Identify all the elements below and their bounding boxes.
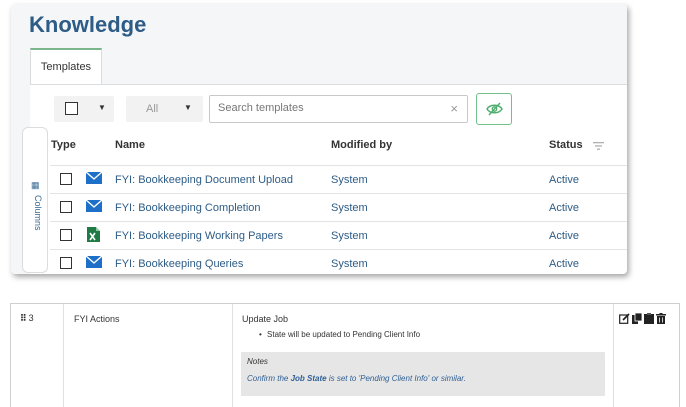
step-number-cell: ⠿ 3	[20, 313, 34, 324]
notes-emphasis: Job State	[290, 374, 327, 383]
row-checkbox[interactable]	[60, 201, 72, 213]
select-all-dropdown[interactable]: ▼	[54, 96, 114, 122]
eye-off-icon	[486, 102, 503, 116]
column-divider	[232, 304, 233, 407]
status: Active	[549, 202, 579, 214]
row-checkbox[interactable]	[60, 257, 72, 269]
search-input[interactable]	[218, 102, 438, 114]
template-name[interactable]: FYI: Bookkeeping Document Upload	[115, 174, 293, 186]
table-row[interactable]: FYI: Bookkeeping Working Papers System A…	[50, 221, 627, 249]
excel-icon	[87, 227, 100, 242]
envelope-icon	[86, 200, 102, 212]
grid-icon: ▦	[31, 180, 40, 190]
template-name[interactable]: FYI: Bookkeeping Working Papers	[115, 230, 283, 242]
template-name[interactable]: FYI: Bookkeeping Queries	[115, 258, 243, 270]
modified-by: System	[331, 230, 368, 242]
filter-icon[interactable]	[593, 142, 604, 150]
knowledge-card: Knowledge Templates ▼ All ▼ × ▦ Columns	[11, 4, 627, 274]
notes-box: Notes Confirm the Job State is set to 'P…	[241, 352, 605, 396]
status: Active	[549, 174, 579, 186]
columns-panel-label: Columns	[33, 195, 43, 231]
notes-text: is set to 'Pending Client Info' or simil…	[326, 374, 466, 383]
action-detail-item: • State will be updated to Pending Clien…	[259, 330, 420, 339]
trash-icon[interactable]	[656, 313, 666, 324]
status: Active	[549, 258, 579, 270]
action-title: Update Job	[242, 314, 289, 324]
clear-search-icon[interactable]: ×	[450, 101, 458, 116]
template-name[interactable]: FYI: Bookkeeping Completion	[115, 202, 261, 214]
edit-icon[interactable]	[619, 313, 630, 324]
column-header-status[interactable]: Status	[549, 139, 583, 151]
table-row[interactable]: FYI: Bookkeeping Document Upload System …	[50, 165, 627, 193]
modified-by: System	[331, 202, 368, 214]
table-row[interactable]: FYI: Bookkeeping Completion System Activ…	[50, 193, 627, 221]
modified-by: System	[331, 174, 368, 186]
copy-icon[interactable]	[632, 313, 642, 324]
notes-text: Confirm the	[247, 374, 291, 383]
tab-templates[interactable]: Templates	[30, 48, 102, 85]
filter-select[interactable]: All ▼	[126, 96, 203, 122]
column-header-type[interactable]: Type	[51, 139, 76, 151]
filter-select-value: All	[146, 103, 159, 115]
status: Active	[549, 230, 579, 242]
templates-panel: ▼ All ▼ × ▦ Columns Type Name Modified b…	[22, 84, 627, 274]
column-divider	[613, 304, 614, 407]
row-checkbox[interactable]	[60, 173, 72, 185]
drag-handle-icon[interactable]: ⠿	[20, 313, 27, 324]
notes-body: Confirm the Job State is set to 'Pending…	[247, 374, 466, 383]
workflow-step-row: ⠿ 3 FYI Actions Update Job • State will b…	[10, 303, 680, 407]
notes-title: Notes	[247, 357, 268, 366]
columns-panel-toggle[interactable]: ▦ Columns	[22, 127, 48, 273]
column-divider	[63, 304, 64, 407]
action-detail: State will be updated to Pending Client …	[267, 330, 421, 339]
step-category: FYI Actions	[74, 314, 120, 324]
toggle-hidden-button[interactable]	[476, 93, 512, 125]
envelope-icon	[86, 172, 102, 184]
page-title: Knowledge	[29, 12, 147, 37]
caret-down-icon: ▼	[98, 103, 106, 112]
row-checkbox[interactable]	[60, 229, 72, 241]
select-all-checkbox[interactable]	[65, 102, 78, 115]
caret-down-icon: ▼	[184, 103, 192, 112]
step-toolbar	[619, 313, 666, 324]
column-header-modified-by[interactable]: Modified by	[331, 139, 392, 151]
column-header-name[interactable]: Name	[115, 139, 145, 151]
step-number: 3	[28, 313, 34, 323]
modified-by: System	[331, 258, 368, 270]
table-row[interactable]: FYI: Bookkeeping Queries System Active	[50, 249, 627, 274]
paste-icon[interactable]	[644, 313, 654, 324]
search-box: ×	[209, 95, 468, 123]
bullet-icon: •	[259, 330, 262, 339]
envelope-icon	[86, 256, 102, 268]
